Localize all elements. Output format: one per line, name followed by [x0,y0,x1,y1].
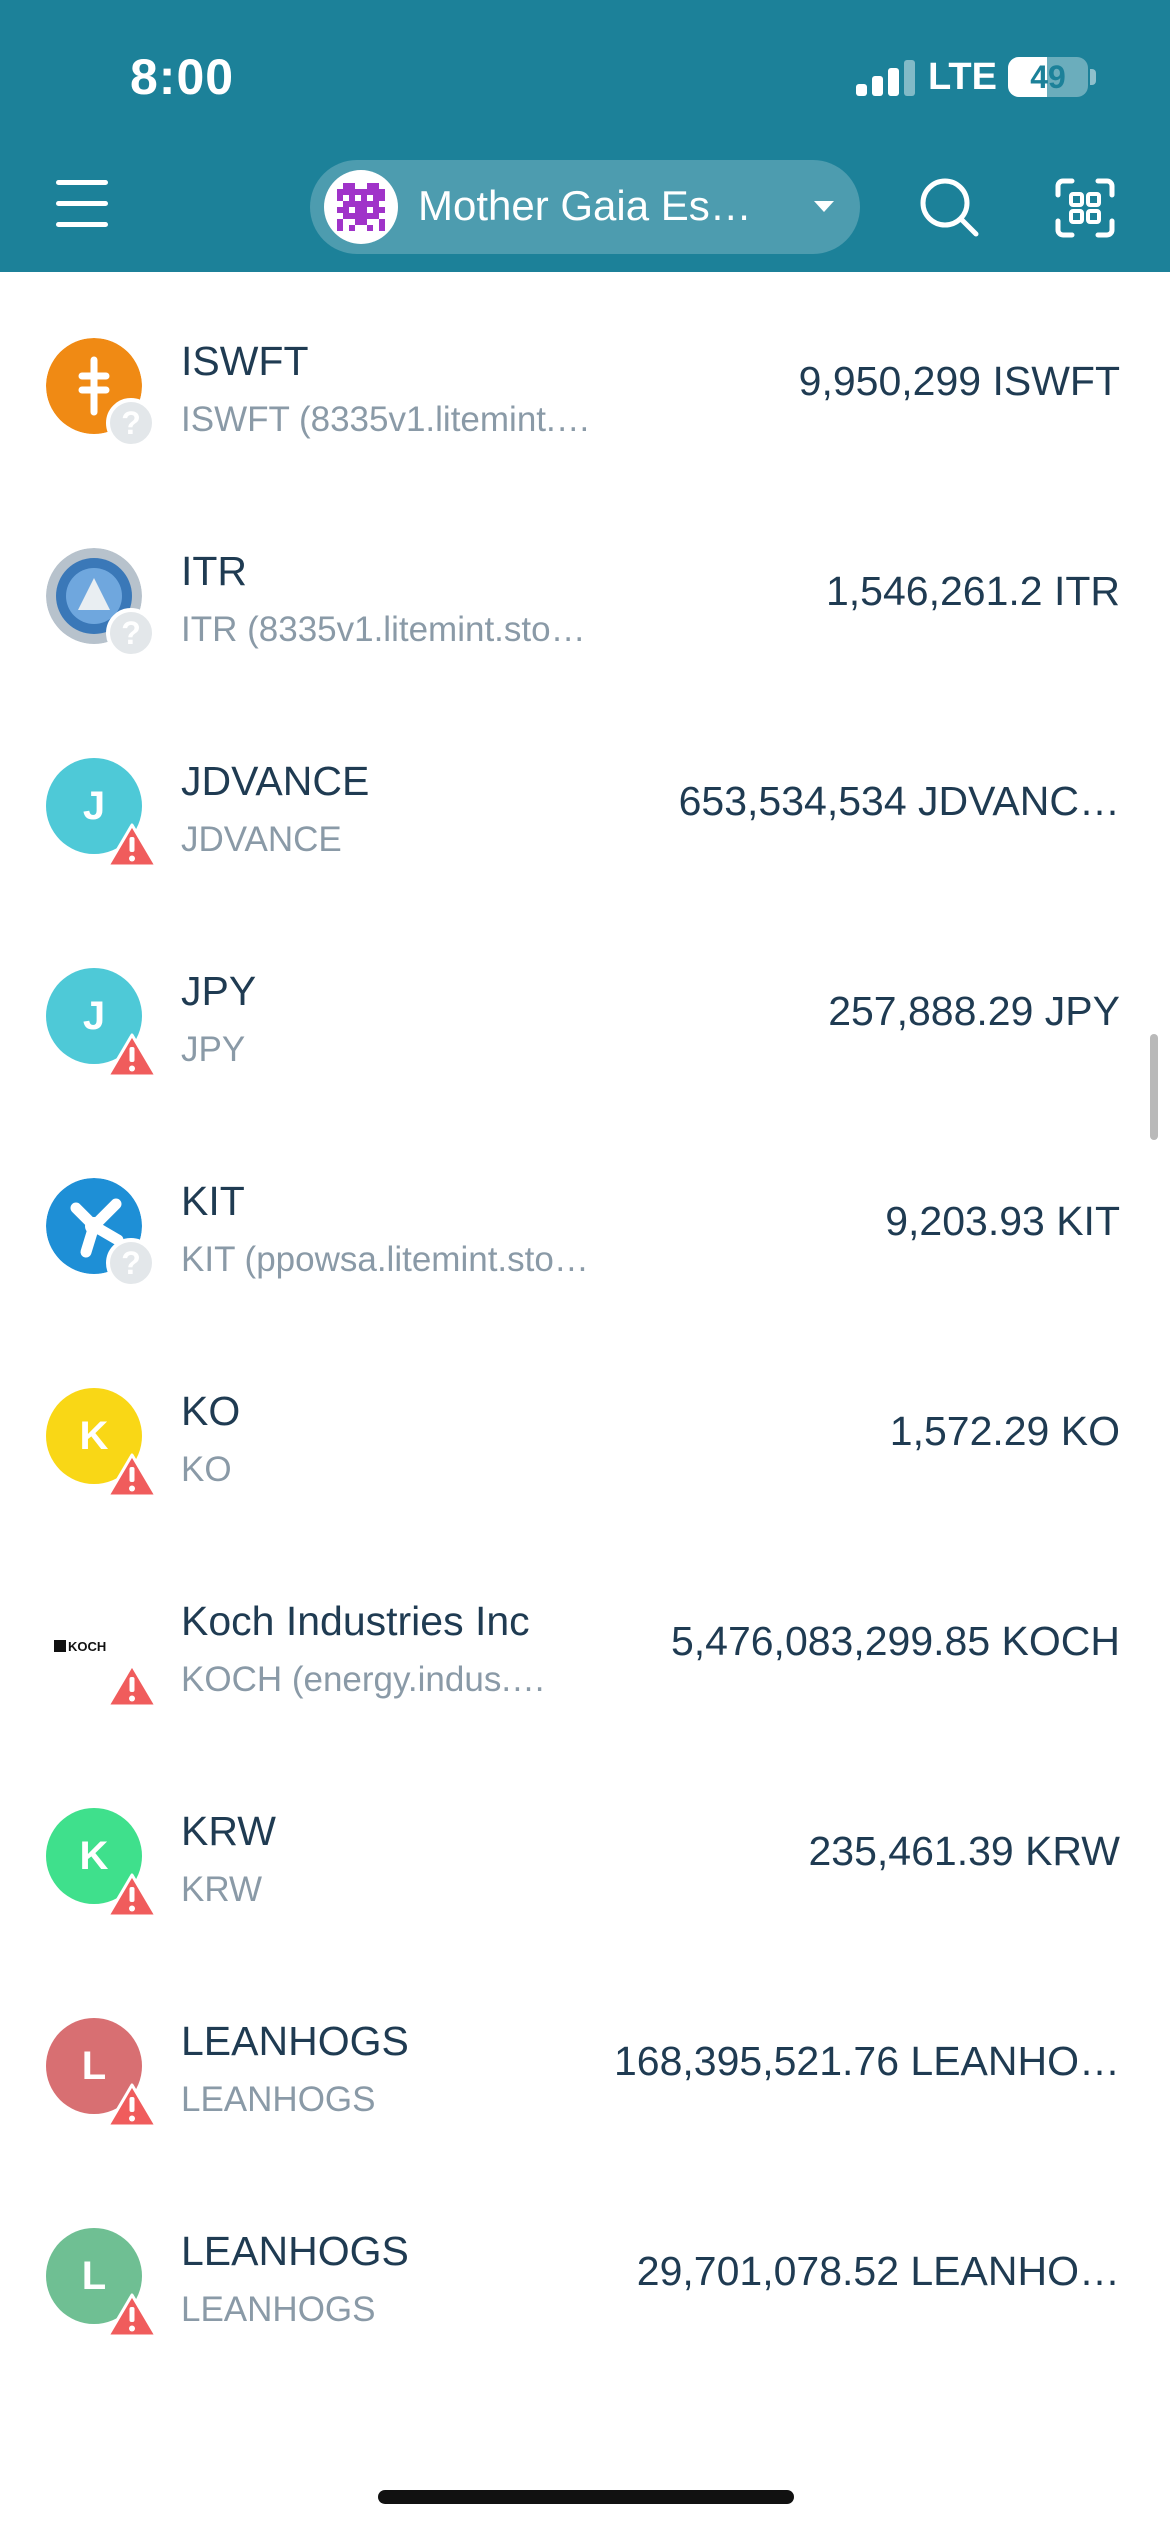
token-row[interactable]: L LEANHOGS LEANHOGS 168,395,521.76 LEANHO… [0,1952,1170,2162]
token-issuer: JPY [181,1030,246,1069]
token-issuer: KO [181,1450,232,1489]
warning-badge [106,1662,158,1708]
token-name: KIT [181,1178,245,1224]
network-type: LTE [928,56,997,98]
token-row[interactable]: ? ISWFT ISWFT (8335v1.litemint.store) 9,950… [0,272,1170,482]
token-name: ISWFT [181,338,309,384]
warning-icon [107,823,157,868]
token-balance: 168,395,521.76 LEANHO… [614,2038,1120,2084]
chevron-down-icon [814,201,834,212]
token-row[interactable]: ? ITR ITR (8335v1.litemint.store) 1,546,261… [0,482,1170,692]
token-row[interactable]: L LEANHOGS LEANHOGS 29,701,078.52 LEANHO… [0,2162,1170,2372]
warning-badge [106,822,158,868]
unverified-question-icon: ? [106,1238,156,1288]
token-balance: 9,203.93 KIT [885,1198,1120,1244]
account-selector[interactable]: Mother Gaia Es… [310,160,860,254]
scrollbar[interactable] [1150,1034,1158,1140]
token-list[interactable]: ? ISWFT ISWFT (8335v1.litemint.store) 9,950… [0,272,1170,2532]
menu-button[interactable] [52,176,112,232]
token-issuer: LEANHOGS [181,2080,376,2119]
warning-badge [106,2292,158,2338]
token-balance: 257,888.29 JPY [828,988,1120,1034]
token-issuer: JDVANCE [181,820,342,859]
token-name: ITR [181,548,248,594]
warning-icon [107,1873,157,1918]
warning-badge [106,2082,158,2128]
token-row[interactable]: ? KIT KIT (ppowsa.litemint.store) 9,203.93 … [0,1112,1170,1322]
warning-badge [106,1872,158,1918]
warning-icon [107,2083,157,2128]
token-name: KO [181,1388,241,1434]
token-row[interactable]: J JDVANCE JDVANCE 653,534,534 JDVANC… [0,692,1170,902]
unverified-question-icon: ? [106,398,156,448]
token-balance: 29,701,078.52 LEANHO… [636,2248,1120,2294]
search-button[interactable] [918,176,980,238]
token-row[interactable]: J JPY JPY 257,888.29 JPY [0,902,1170,1112]
token-name: LEANHOGS [181,2018,409,2064]
warning-badge [106,1032,158,1078]
account-name: Mother Gaia Es… [418,182,752,229]
battery-icon: 49 [1008,57,1088,97]
token-row[interactable]: K KO KO 1,572.29 KO [0,1322,1170,1532]
token-name: Koch Industries Inc [181,1598,530,1644]
token-issuer: ITR (8335v1.litemint.store) [181,610,591,649]
token-row[interactable]: K KRW KRW 235,461.39 KRW [0,1742,1170,1952]
warning-badge [106,1452,158,1498]
unverified-question-icon: ? [106,608,156,658]
warning-icon [107,2293,157,2338]
token-balance: 9,950,299 ISWFT [798,358,1120,404]
token-issuer: KRW [181,1870,263,1909]
token-issuer: LEANHOGS [181,2290,376,2329]
warning-icon [107,1453,157,1498]
battery-percentage: 49 [1030,59,1066,95]
token-name: KRW [181,1808,276,1854]
warning-icon [107,1663,157,1708]
token-issuer: KOCH (energy.indus.… [181,1660,547,1699]
account-avatar [324,170,398,244]
token-name: LEANHOGS [181,2228,409,2274]
token-name: JPY [181,968,257,1014]
home-indicator[interactable] [378,2490,794,2504]
svg-text:KOCH: KOCH [68,1639,106,1654]
qr-scan-icon [1055,178,1115,238]
cellular-signal-icon [856,58,916,96]
warning-icon [107,1033,157,1078]
scan-button[interactable] [1055,178,1115,238]
token-balance: 1,572.29 KO [889,1408,1120,1454]
token-issuer: KIT (ppowsa.litemint.store) [181,1240,591,1279]
token-name: JDVANCE [181,758,370,804]
token-balance: 5,476,083,299.85 KOCH [670,1618,1120,1664]
token-row[interactable]: KOCH Koch Industries Inc KOCH (energy.indu… [0,1532,1170,1742]
status-time: 8:00 [130,49,235,105]
token-issuer: ISWFT (8335v1.litemint.store) [181,400,591,439]
token-balance: 235,461.39 KRW [808,1828,1120,1874]
pixel-avatar-icon [337,183,385,231]
token-balance: 653,534,534 JDVANC… [678,778,1120,824]
battery-tip [1090,69,1096,85]
search-icon [920,178,979,237]
app-header: 8:00 LTE 49 Mother Gaia Es… [0,0,1170,272]
token-balance: 1,546,261.2 ITR [825,568,1120,614]
